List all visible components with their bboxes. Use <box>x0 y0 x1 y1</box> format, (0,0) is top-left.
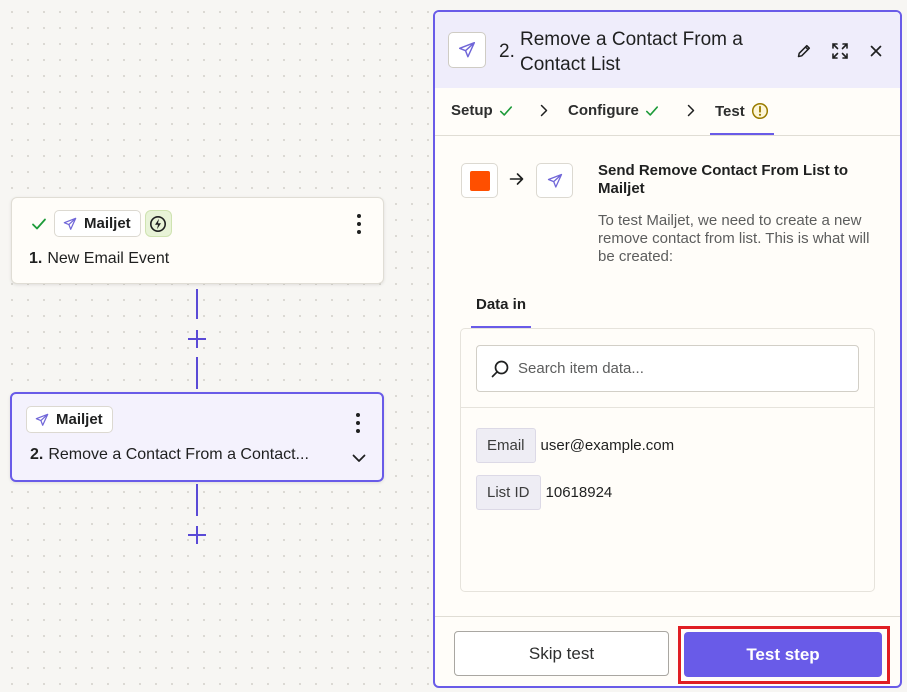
expand-icon[interactable] <box>829 40 851 62</box>
step-title-text: Remove a Contact From a Contact... <box>48 446 309 463</box>
tab-setup[interactable]: Setup <box>451 102 513 119</box>
connector-line <box>196 484 198 516</box>
step-tabs: Setup Configure Test <box>435 88 900 136</box>
panel-footer: Skip test Test step <box>435 616 900 686</box>
step-card-1[interactable]: Mailjet 1. New Email Event <box>11 197 384 284</box>
data-in-box: Email user@example.com List ID 10618924 <box>460 328 875 592</box>
step-card-2[interactable]: Mailjet 2. Remove a Contact From a Contac… <box>10 392 384 482</box>
search-input[interactable] <box>518 360 838 377</box>
chevron-right-icon <box>540 104 548 122</box>
field-label: Email <box>476 428 536 463</box>
field-label: List ID <box>476 475 541 510</box>
close-icon[interactable] <box>865 40 887 62</box>
app-name: Mailjet <box>56 411 103 428</box>
step-number: 1. <box>29 250 43 267</box>
connector-line <box>196 289 198 319</box>
send-icon <box>35 413 49 426</box>
edit-pencil-icon[interactable] <box>793 40 815 62</box>
step-number: 2. <box>499 41 515 62</box>
field-value: 10618924 <box>545 484 613 501</box>
send-icon <box>536 163 573 198</box>
more-menu-icon[interactable] <box>348 411 368 435</box>
chevron-right-icon <box>687 104 695 122</box>
field-value: user@example.com <box>540 437 675 454</box>
warning-icon <box>751 102 768 120</box>
add-step-button[interactable] <box>188 330 206 348</box>
check-icon <box>499 105 512 116</box>
search-field[interactable] <box>476 345 859 392</box>
check-icon <box>28 213 50 235</box>
chevron-down-icon[interactable] <box>352 450 366 468</box>
send-icon <box>63 217 77 230</box>
arrow-right-icon <box>509 172 525 191</box>
tab-configure[interactable]: Configure <box>568 102 659 119</box>
test-step-button[interactable]: Test step <box>684 632 882 677</box>
app-chip: Mailjet <box>26 406 113 433</box>
tab-label: Setup <box>451 102 493 119</box>
panel-title: Remove a Contact From a Contact List <box>520 29 743 75</box>
panel-header: 2. Remove a Contact From a Contact List <box>435 12 900 88</box>
tab-test[interactable]: Test <box>715 102 769 120</box>
skip-test-button[interactable]: Skip test <box>454 631 669 676</box>
step-editor-panel: 2. Remove a Contact From a Contact List … <box>433 10 902 688</box>
step-title: 1. New Email Event <box>29 250 169 268</box>
instant-trigger-icon <box>144 210 172 237</box>
send-icon <box>448 32 486 68</box>
more-menu-icon[interactable] <box>349 212 369 236</box>
data-field-row: Email user@example.com <box>476 428 674 463</box>
divider <box>461 407 874 408</box>
test-title: Send Remove Contact From List to Mailjet <box>598 162 849 197</box>
search-icon <box>491 360 509 377</box>
step-title: 2. Remove a Contact From a Contact... <box>30 446 309 464</box>
source-app-icon <box>461 163 498 198</box>
add-step-button[interactable] <box>188 526 206 544</box>
tab-label: Configure <box>568 102 639 119</box>
tab-data-in[interactable]: Data in <box>476 296 526 313</box>
step-number: 2. <box>30 446 44 463</box>
step-title-text: New Email Event <box>47 250 170 267</box>
check-icon <box>645 105 658 116</box>
tab-label: Test <box>715 102 745 120</box>
connector-line <box>196 357 198 389</box>
active-tab-indicator <box>710 133 774 135</box>
data-field-row: List ID 10618924 <box>476 475 612 510</box>
app-chip: Mailjet <box>54 210 141 237</box>
test-description: To test Mailjet, we need to create a new… <box>598 212 870 265</box>
app-name: Mailjet <box>84 215 131 232</box>
